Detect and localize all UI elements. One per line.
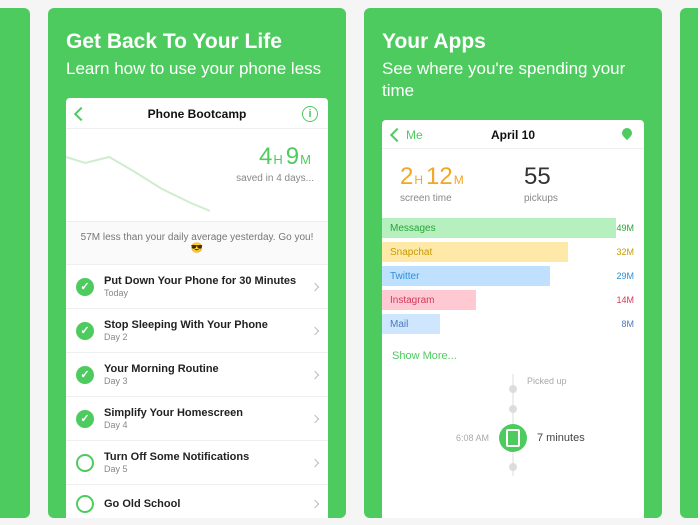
saved-sub: saved in 4 days...	[236, 173, 314, 184]
pickup-label: Picked up	[527, 376, 567, 386]
app-bars: Messages49M Snapchat 32M Twitter 29M Instagra…	[382, 218, 644, 344]
task-sub: Today	[104, 288, 312, 298]
saved-time-chart: 4H9M saved in 4 days...	[66, 129, 328, 221]
chevron-right-icon	[311, 282, 319, 290]
location-icon[interactable]	[620, 128, 634, 142]
task-row[interactable]: Simplify Your HomescreenDay 4	[66, 397, 328, 441]
check-done-icon	[76, 410, 94, 428]
panel-title: Get Back To Your Life	[66, 30, 328, 54]
check-done-icon	[76, 278, 94, 296]
panel-title: Your Apps	[382, 30, 644, 54]
timeline-dot	[509, 405, 517, 413]
callout-banner: 57M less than your daily average yesterd…	[66, 221, 328, 265]
task-sub: Day 2	[104, 332, 312, 342]
task-row[interactable]: Stop Sleeping With Your PhoneDay 2	[66, 309, 328, 353]
saved-minutes: 9	[286, 143, 299, 170]
task-title: Put Down Your Phone for 30 Minutes	[104, 275, 312, 287]
back-icon[interactable]	[74, 107, 88, 121]
task-sub: Day 3	[104, 376, 312, 386]
timeline-dot	[509, 385, 517, 393]
app-bar-value: 49M	[616, 223, 644, 233]
back-icon[interactable]	[390, 128, 404, 142]
task-row[interactable]: Turn Off Some NotificationsDay 5	[66, 441, 328, 485]
back-label[interactable]: Me	[406, 128, 423, 142]
task-row[interactable]: Go Old School	[66, 485, 328, 518]
task-title: Stop Sleeping With Your Phone	[104, 319, 312, 331]
nav-title: April 10	[426, 128, 600, 142]
chevron-right-icon	[311, 500, 319, 508]
saved-stat: 4H9M saved in 4 days...	[236, 143, 314, 184]
nav-bar: Phone Bootcamp i	[66, 98, 328, 129]
chevron-right-icon	[311, 370, 319, 378]
phone-frame-apps: Me April 10 2H12M screen time 55 pickups…	[382, 120, 644, 518]
phone-frame-bootcamp: Phone Bootcamp i 4H9M saved in 4 days...…	[66, 98, 328, 518]
app-bar-value: 14M	[616, 295, 644, 305]
timeline-dot	[509, 463, 517, 471]
metrics-row: 2H12M screen time 55 pickups	[382, 149, 644, 218]
app-bar-row[interactable]: Snapchat 32M	[382, 242, 644, 262]
panel-subtitle: Learn how to use your phone less	[66, 58, 328, 80]
info-icon[interactable]: i	[302, 106, 318, 122]
metric-screen-time: 2H12M screen time	[400, 163, 506, 204]
task-list: Put Down Your Phone for 30 MinutesTodayS…	[66, 265, 328, 518]
app-bar-row[interactable]: Twitter 29M	[382, 266, 644, 286]
timeline-duration: 7 minutes	[537, 432, 585, 444]
app-bar-row[interactable]: Messages49M	[382, 218, 644, 238]
app-bar-value: 29M	[616, 271, 644, 281]
app-bar: Instagram	[382, 290, 476, 310]
task-title: Go Old School	[104, 498, 312, 510]
chevron-right-icon	[311, 326, 319, 334]
timeline-time: 6:08 AM	[456, 433, 489, 443]
task-title: Turn Off Some Notifications	[104, 451, 312, 463]
phone-icon	[499, 424, 527, 452]
spark-line	[66, 129, 210, 221]
app-bar: Mail	[382, 314, 440, 334]
check-done-icon	[76, 366, 94, 384]
chevron-right-icon	[311, 458, 319, 466]
app-bar: Messages	[382, 218, 616, 238]
task-row[interactable]: Your Morning RoutineDay 3	[66, 353, 328, 397]
nav-bar: Me April 10	[382, 120, 644, 149]
panel-bootcamp: Get Back To Your Life Learn how to use y…	[48, 8, 346, 518]
saved-hours: 4	[259, 143, 272, 170]
task-sub: Day 4	[104, 420, 312, 430]
check-pending-icon	[76, 454, 94, 472]
show-more-link[interactable]: Show More...	[382, 344, 644, 368]
check-pending-icon	[76, 495, 94, 513]
chevron-right-icon	[311, 414, 319, 422]
app-bar-value: 32M	[616, 247, 644, 257]
task-sub: Day 5	[104, 464, 312, 474]
check-done-icon	[76, 322, 94, 340]
prev-panel-sliver	[0, 8, 30, 518]
task-title: Your Morning Routine	[104, 363, 312, 375]
pickup-timeline: Picked up 6:08 AM 7 minutes	[382, 368, 644, 476]
panel-subtitle: See where you're spending your time	[382, 58, 644, 102]
task-row[interactable]: Put Down Your Phone for 30 MinutesToday	[66, 265, 328, 309]
app-bar-row[interactable]: Mail 8M	[382, 314, 644, 334]
next-panel-sliver	[680, 8, 698, 518]
app-bar: Snapchat	[382, 242, 568, 262]
nav-title: Phone Bootcamp	[110, 107, 284, 121]
app-bar: Twitter	[382, 266, 550, 286]
task-title: Simplify Your Homescreen	[104, 407, 312, 419]
metric-pickups: 55 pickups	[506, 163, 630, 204]
app-bar-value: 8M	[621, 319, 644, 329]
panel-apps: Your Apps See where you're spending your…	[364, 8, 662, 518]
app-bar-row[interactable]: Instagram 14M	[382, 290, 644, 310]
